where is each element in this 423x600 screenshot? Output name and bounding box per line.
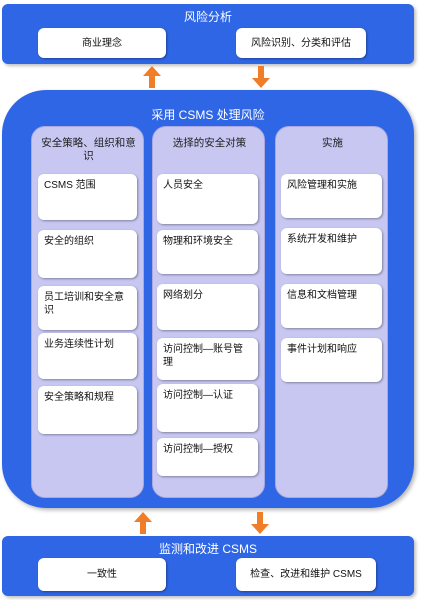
monitor-improve-title: 监测和改进 CSMS [158, 542, 257, 556]
monitor-improve-band: 监测和改进 CSMS 一致性 检查、改进和维护 CSMS [2, 536, 414, 596]
risk-identification-box: 风险识别、分类和评估 [236, 28, 366, 58]
arrow-down-icon [252, 66, 270, 88]
risk-management-box: 风险管理和实施 [281, 174, 382, 218]
access-authentication-box: 访问控制—认证 [157, 384, 258, 432]
incident-response-box: 事件计划和响应 [281, 338, 382, 382]
physical-environment-box: 物理和环境安全 [157, 230, 258, 274]
column-title-implementation: 实施 [322, 137, 343, 149]
arrow-down-icon [251, 512, 269, 534]
training-awareness-box: 员工培训和安全意识 [38, 286, 137, 330]
policy-procedures-box: 安全策略和规程 [38, 386, 137, 434]
column-title-countermeasures: 选择的安全对策 [172, 137, 247, 149]
arrow-up-icon [143, 66, 161, 88]
business-concept-box: 商业理念 [38, 28, 166, 58]
network-segmentation-box: 网络划分 [157, 284, 258, 330]
security-organization-box: 安全的组织 [38, 230, 137, 278]
conformance-box: 一致性 [38, 558, 166, 591]
check-improve-box: 检查、改进和维护 CSMS [236, 558, 376, 591]
arrow-up-icon [134, 512, 152, 534]
access-authorization-box: 访问控制—授权 [157, 438, 258, 476]
business-continuity-box: 业务连续性计划 [38, 333, 137, 379]
information-documents-box: 信息和文档管理 [281, 284, 382, 328]
risk-analysis-title: 风险分析 [183, 10, 232, 24]
personnel-security-box: 人员安全 [157, 174, 258, 224]
access-account-box: 访问控制—账号管理 [157, 338, 258, 380]
csms-scope-box: CSMS 范围 [38, 174, 137, 220]
system-development-box: 系统开发和维护 [281, 228, 382, 274]
risk-analysis-band: 风险分析 商业理念 风险识别、分类和评估 [2, 4, 414, 64]
csms-panel-title: 采用 CSMS 处理风险 [151, 108, 265, 122]
column-title-policy: 安全策略、组织和意识 [41, 137, 136, 162]
